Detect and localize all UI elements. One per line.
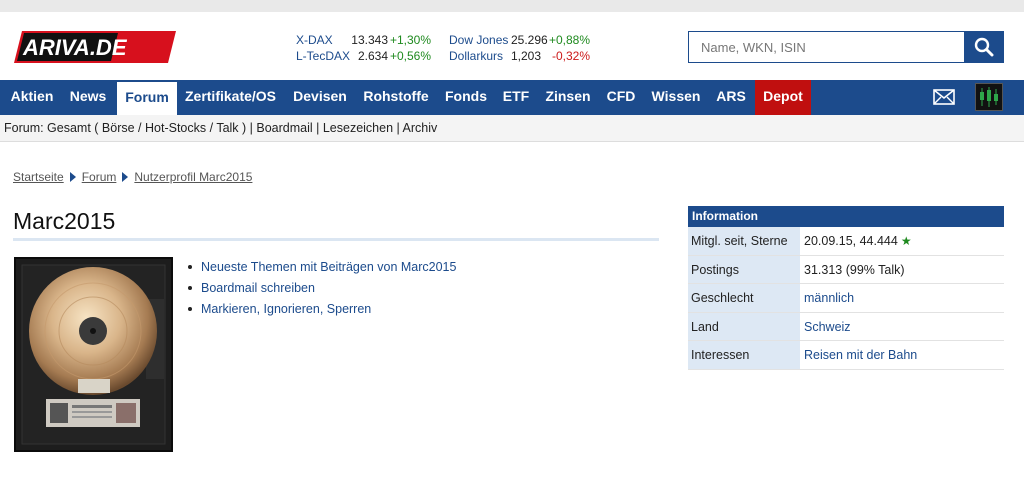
ticker-value: 25.296 xyxy=(511,33,548,47)
info-label: Geschlecht xyxy=(688,284,800,312)
nav-item-zinsen[interactable]: Zinsen xyxy=(540,80,596,115)
ticker-row[interactable]: Dow Jones 25.296 +0,88% xyxy=(449,32,590,48)
info-heading: Information xyxy=(688,206,1004,227)
info-panel: Information Mitgl. seit, Sterne 20.09.15… xyxy=(688,206,1004,370)
info-label: Interessen xyxy=(688,341,800,369)
nav-item-fonds[interactable]: Fonds xyxy=(440,80,492,115)
page-title: Marc2015 xyxy=(13,208,116,234)
block-user-link[interactable]: Sperren xyxy=(327,302,371,316)
nav-item-aktien[interactable]: Aktien xyxy=(3,80,61,115)
ticker-group-left: X-DAX 13.343 +1,30% L-TecDAX 2.634 +0,56… xyxy=(296,32,431,64)
postings-value: 31.313 (99% Talk) xyxy=(804,262,905,277)
nav-item-news[interactable]: News xyxy=(63,80,113,115)
mark-user-link[interactable]: Markieren xyxy=(201,302,257,316)
title-divider xyxy=(13,238,659,241)
ticker-name[interactable]: Dow Jones xyxy=(449,32,511,48)
list-item: Neueste Themen mit Beiträgen von Marc201… xyxy=(186,259,456,280)
interests-link[interactable]: Reisen mit der Bahn xyxy=(800,341,917,369)
link-separator: , xyxy=(256,302,264,316)
search-box xyxy=(688,31,1004,63)
nav-item-wissen[interactable]: Wissen xyxy=(646,80,706,115)
member-since-value: 20.09.15, 44.444 xyxy=(804,234,898,248)
ticker-row[interactable]: X-DAX 13.343 +1,30% xyxy=(296,32,431,48)
star-icon: ★ xyxy=(900,234,912,248)
latest-topics-link[interactable]: Neueste Themen mit Beiträgen von Marc201… xyxy=(201,260,456,274)
browser-top-strip xyxy=(0,0,1024,12)
profile-avatar-image xyxy=(14,257,173,452)
nav-item-cfd[interactable]: CFD xyxy=(602,80,640,115)
chart-icon[interactable] xyxy=(975,83,1003,111)
link-separator: , xyxy=(319,302,327,316)
gender-link[interactable]: männlich xyxy=(800,284,854,312)
mail-icon[interactable] xyxy=(933,89,955,108)
nav-item-forum[interactable]: Forum xyxy=(117,80,177,115)
ticker-name[interactable]: X-DAX xyxy=(296,32,348,48)
ticker-name[interactable]: L-TecDAX xyxy=(296,48,350,64)
breadcrumb-item-startseite[interactable]: Startseite xyxy=(13,170,64,184)
breadcrumb-item-forum[interactable]: Forum xyxy=(82,170,117,184)
ticker-value: 13.343 xyxy=(351,33,388,47)
nav-item-zertifikate[interactable]: Zertifikate/OS xyxy=(180,80,281,115)
ariva-logo[interactable]: ARIVA.DE xyxy=(14,31,176,63)
table-row: Mitgl. seit, Sterne 20.09.15, 44.444 ★ xyxy=(688,227,1004,256)
breadcrumb: Startseite Forum Nutzerprofil Marc2015 xyxy=(13,170,252,184)
ticker-change: -0,32% xyxy=(551,49,590,63)
nav-item-ars[interactable]: ARS xyxy=(712,80,750,115)
ticker-value: 2.634 xyxy=(357,49,388,63)
ticker-name[interactable]: Dollarkurs xyxy=(449,48,511,64)
ticker-row[interactable]: Dollarkurs 1,203 -0,32% xyxy=(449,48,590,64)
ticker-value: 1,203 xyxy=(511,49,542,63)
breadcrumb-arrow-icon xyxy=(122,172,129,182)
ticker-group-right: Dow Jones 25.296 +0,88% Dollarkurs 1,203… xyxy=(449,32,590,64)
table-row: Land Schweiz xyxy=(688,312,1004,342)
search-button[interactable] xyxy=(964,31,1004,63)
table-row: Postings 31.313 (99% Talk) xyxy=(688,255,1004,285)
search-input[interactable] xyxy=(688,31,965,63)
nav-item-depot[interactable]: Depot xyxy=(755,80,811,115)
nav-item-devisen[interactable]: Devisen xyxy=(288,80,352,115)
nav-item-etf[interactable]: ETF xyxy=(498,80,534,115)
ignore-user-link[interactable]: Ignorieren xyxy=(264,302,320,316)
forum-subnav-text[interactable]: Forum: Gesamt ( Börse / Hot-Stocks / Tal… xyxy=(4,121,437,135)
list-item: Markieren, Ignorieren, Sperren xyxy=(186,301,456,322)
write-boardmail-link[interactable]: Boardmail schreiben xyxy=(201,281,315,295)
info-value: 20.09.15, 44.444 ★ xyxy=(800,227,912,255)
search-icon xyxy=(974,37,994,57)
table-row: Interessen Reisen mit der Bahn xyxy=(688,341,1004,370)
nav-item-rohstoffe[interactable]: Rohstoffe xyxy=(358,80,434,115)
breadcrumb-item-profile[interactable]: Nutzerprofil Marc2015 xyxy=(134,170,252,184)
info-label: Postings xyxy=(688,255,800,284)
profile-action-list: Neueste Themen mit Beiträgen von Marc201… xyxy=(186,259,456,322)
forum-subnav[interactable]: Forum: Gesamt ( Börse / Hot-Stocks / Tal… xyxy=(0,115,1024,142)
main-nav: Aktien News Forum Zertifikate/OS Devisen… xyxy=(0,80,1024,115)
ticker-change: +0,56% xyxy=(389,49,431,63)
ticker-change: +1,30% xyxy=(389,33,431,47)
logo-text: ARIVA.DE xyxy=(22,35,128,60)
info-label: Land xyxy=(688,312,800,341)
ticker-row[interactable]: L-TecDAX 2.634 +0,56% xyxy=(296,48,431,64)
table-row: Geschlecht männlich xyxy=(688,284,1004,313)
ticker-change: +0,88% xyxy=(548,33,590,47)
breadcrumb-arrow-icon xyxy=(69,172,76,182)
list-item: Boardmail schreiben xyxy=(186,280,456,301)
info-label: Mitgl. seit, Sterne xyxy=(688,227,800,255)
country-link[interactable]: Schweiz xyxy=(800,313,851,341)
